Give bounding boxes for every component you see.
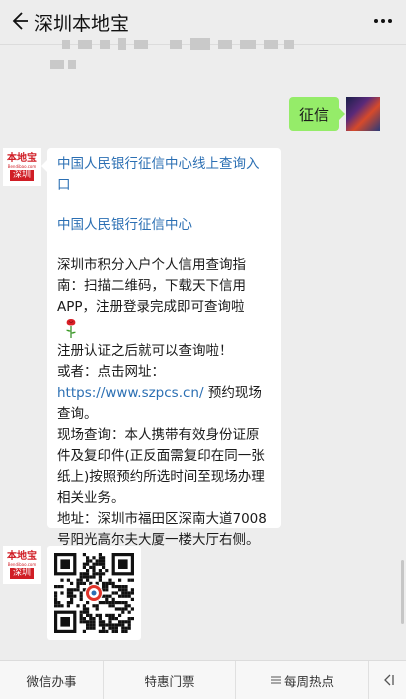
rose-emoji-icon: [66, 319, 76, 338]
after-register-text: 注册认证之后就可以查询啦！: [57, 343, 233, 359]
avatar-brand-text: 本地宝: [7, 551, 37, 562]
back-arrow-icon[interactable]: [6, 8, 32, 34]
keyboard-switch-button[interactable]: [369, 661, 406, 699]
scrollbar-thumb[interactable]: [401, 560, 404, 624]
url-prefix: 或者：点击网址：: [57, 364, 165, 380]
credit-center-link[interactable]: 中国人民银行征信中心: [57, 215, 271, 236]
menu-wechat-services[interactable]: 微信办事: [0, 661, 104, 699]
menu-item-label: 每周热点: [283, 673, 334, 689]
menu-discount-tickets[interactable]: 特惠门票: [104, 661, 236, 699]
website-link[interactable]: https://www.szpcs.cn/: [57, 385, 204, 401]
account-avatar-2[interactable]: 本地宝 Bendibao.com 深圳: [3, 546, 41, 584]
guide-text: 深圳市积分入户个人信用查询指南：扫描二维码，下载天下信用APP，注册登录完成即可…: [57, 257, 246, 315]
keyboard-switch-icon: [384, 674, 394, 686]
avatar-city-text: 深圳: [9, 170, 34, 181]
menu-item-label: 微信办事: [26, 673, 77, 689]
bottom-menu: 微信办事 特惠门票 每周热点: [0, 660, 406, 699]
menu-item-label: 特惠门票: [144, 673, 195, 689]
incoming-message-bubble: 中国人民银行征信中心线上查询入口 中国人民银行征信中心 深圳市积分入户个人信用查…: [41, 148, 281, 548]
credit-query-link[interactable]: 中国人民银行征信中心线上查询入口: [57, 154, 271, 196]
blurred-system-notice: [48, 34, 298, 76]
my-avatar[interactable]: [346, 97, 380, 131]
avatar-domain-text: Bendibao.com: [7, 562, 37, 567]
onsite-query-text: 现场查询：本人携带有效身份证原件及复印件(正反面需复印在同一张纸上)按照预约所选…: [57, 427, 265, 506]
menu-weekly-hot[interactable]: 每周热点: [236, 661, 369, 699]
chat-title: 深圳本地宝: [34, 13, 130, 35]
account-avatar[interactable]: 本地宝 Bendibao.com 深圳: [3, 148, 41, 186]
avatar-domain-text: Bendibao.com: [7, 164, 37, 169]
outgoing-message-text: 征信: [298, 105, 329, 124]
menu-list-icon: [270, 676, 281, 684]
qr-code-icon: [54, 553, 134, 633]
outgoing-message-bubble[interactable]: 征信: [289, 97, 345, 131]
qr-code-image[interactable]: [47, 546, 141, 640]
url-line: 或者：点击网址：https://www.szpcs.cn/ 预约现场查询。: [57, 362, 271, 425]
more-options-icon[interactable]: [372, 10, 394, 32]
avatar-brand-text: 本地宝: [7, 153, 37, 164]
avatar-city-text: 深圳: [9, 568, 34, 579]
address-text: 地址：深圳市福田区深南大道7008号阳光高尔夫大厦一楼大厅右侧。: [57, 511, 267, 548]
